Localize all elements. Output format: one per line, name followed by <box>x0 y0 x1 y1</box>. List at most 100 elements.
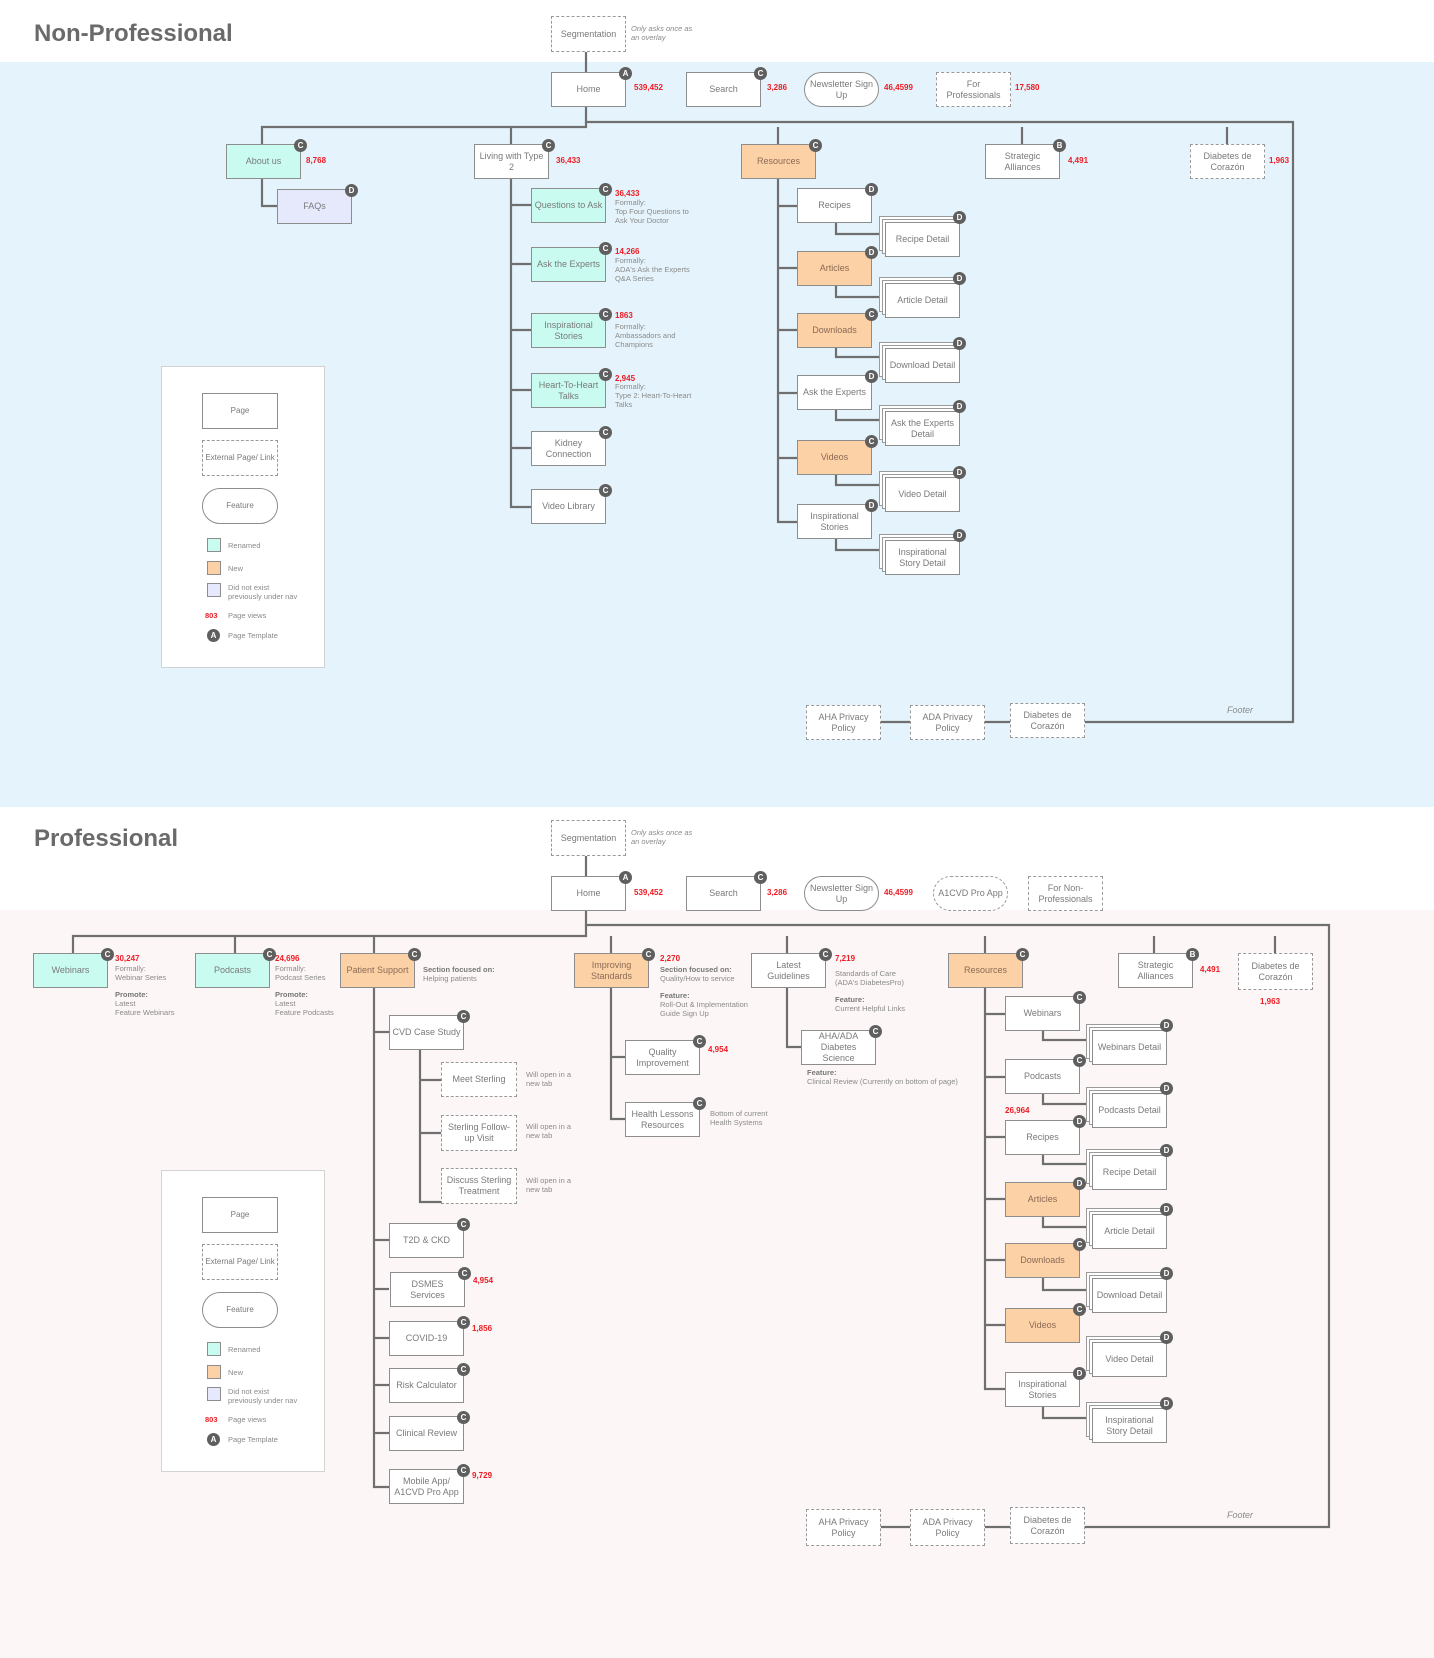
np-articles-node[interactable]: Articles D <box>797 246 878 286</box>
note-body: Current Helpful Links <box>835 1004 906 1013</box>
np-questions-node[interactable]: Questions to Ask C <box>531 183 612 223</box>
p-res-podcasts-node[interactable]: Podcasts C <box>1005 1054 1086 1094</box>
np-footer-corazon[interactable]: Diabetes de Corazón <box>1010 703 1085 738</box>
p-a1cvd-app-feature[interactable]: A1CVD Pro App <box>933 876 1008 911</box>
p-patient-support-node[interactable]: Patient Support C <box>340 948 421 988</box>
np-about-node[interactable]: About us C <box>226 139 307 179</box>
p-footer-corazon[interactable]: Diabetes de Corazón <box>1010 1507 1085 1544</box>
p-res-inspirational-node[interactable]: Inspirational Stories D <box>1005 1367 1086 1407</box>
p-risk-calculator-node[interactable]: Risk Calculator C <box>389 1363 470 1403</box>
template-badge: C <box>865 308 878 321</box>
p-res-article-detail-node[interactable]: Article Detail D <box>1092 1203 1173 1249</box>
node-label: Living with Type 2 <box>479 150 544 172</box>
location-note: Bottom of current Health Systems <box>710 1109 768 1127</box>
note-body: Latest Feature Webinars <box>115 999 175 1017</box>
np-resources-node[interactable]: Resources C <box>741 139 822 179</box>
p-res-podcasts-detail-node[interactable]: Podcasts Detail D <box>1092 1082 1173 1128</box>
np-res-inspirational-node[interactable]: Inspirational Stories D <box>797 499 878 539</box>
node-label: Videos <box>1028 1320 1057 1330</box>
p-t2d-ckd-node[interactable]: T2D & CKD C <box>389 1218 470 1258</box>
np-for-professionals-link[interactable]: For Professionals <box>936 72 1011 107</box>
segmentation-label: Segmentation <box>560 832 617 843</box>
np-video-library-node[interactable]: Video Library C <box>531 484 612 524</box>
p-res-downloads-node[interactable]: Downloads C <box>1005 1238 1086 1278</box>
np-footer-aha-privacy[interactable]: AHA Privacy Policy <box>806 705 881 740</box>
section-focus-note: Section focused on: Quality/How to servic… <box>660 965 735 983</box>
np-videos-node[interactable]: Videos C <box>797 435 878 475</box>
p-quality-improvement-node[interactable]: Quality Improvement C <box>625 1035 706 1075</box>
np-res-ask-experts-node[interactable]: Ask the Experts D <box>797 370 878 410</box>
p-discuss-sterling-link[interactable]: Discuss Sterling Treatment <box>441 1168 517 1204</box>
p-webinars-node[interactable]: Webinars C <box>33 948 114 988</box>
np-inspirational-node[interactable]: Inspirational Stories C <box>531 308 612 348</box>
np-recipes-node[interactable]: Recipes D <box>797 183 878 223</box>
p-clinical-review-node[interactable]: Clinical Review C <box>389 1411 470 1451</box>
p-res-recipe-detail-node[interactable]: Recipe Detail D <box>1092 1144 1173 1190</box>
node-label: Recipes <box>1026 1132 1059 1142</box>
node-label: CVD Case Study <box>392 1027 461 1037</box>
p-for-nonpro-link[interactable]: For Non-Professionals <box>1028 876 1103 911</box>
np-strategic-node[interactable]: Strategic Alliances B <box>985 139 1066 179</box>
p-resources-node[interactable]: Resources C <box>948 948 1029 988</box>
np-video-detail-node[interactable]: Video Detail D <box>885 466 966 512</box>
p-res-webinars-detail-node[interactable]: Webinars Detail D <box>1092 1019 1173 1065</box>
p-meet-sterling-link[interactable]: Meet Sterling <box>441 1062 517 1097</box>
node-label: Ask the Experts Detail <box>890 417 955 439</box>
p-newsletter-feature[interactable]: Newsletter Sign Up <box>804 876 879 911</box>
p-res-video-detail-node[interactable]: Video Detail D <box>1092 1331 1173 1377</box>
p-aha-ada-science-node[interactable]: AHA/ADA Diabetes Science C <box>801 1025 882 1065</box>
np-corazon-link[interactable]: Diabetes de Corazón <box>1190 144 1265 179</box>
np-kidney-node[interactable]: Kidney Connection C <box>531 426 612 466</box>
p-covid-node[interactable]: COVID-19 C <box>389 1316 470 1356</box>
note-body: Helping patients <box>423 974 477 983</box>
node-label: Search <box>709 84 738 94</box>
note-heading: Promote: <box>115 990 148 999</box>
p-home-node[interactable]: Home A <box>551 871 632 911</box>
template-badge: B <box>1186 948 1199 961</box>
p-dsmes-node[interactable]: DSMES Services C <box>390 1267 471 1307</box>
np-download-detail-node[interactable]: Download Detail D <box>885 337 966 383</box>
template-badge: C <box>457 1363 470 1376</box>
p-mobile-app-node[interactable]: Mobile App/ A1CVD Pro App C <box>389 1464 470 1504</box>
p-corazon-link[interactable]: Diabetes de Corazón <box>1238 953 1313 990</box>
np-living-node[interactable]: Living with Type 2C <box>474 139 555 179</box>
np-newsletter-feature[interactable]: Newsletter Sign Up <box>804 72 879 107</box>
np-article-detail-node[interactable]: Article Detail D <box>885 272 966 318</box>
p-res-videos-node[interactable]: Videos C <box>1005 1303 1086 1343</box>
p-improving-standards-node[interactable]: Improving Standards C <box>574 948 655 988</box>
p-search-node[interactable]: Search C <box>686 871 767 911</box>
p-health-lessons-node[interactable]: Health Lessons Resources C <box>625 1097 706 1137</box>
p-res-recipes-node[interactable]: Recipes D <box>1005 1115 1086 1155</box>
note-body: Clinical Review (Currently on bottom of … <box>807 1077 958 1086</box>
p-res-inspirational-detail-node[interactable]: Inspirational Story Detail D <box>1092 1397 1173 1443</box>
np-downloads-node[interactable]: Downloads C <box>797 308 878 348</box>
p-res-articles-node[interactable]: Articles D <box>1005 1177 1086 1217</box>
p-res-download-detail-node[interactable]: Download Detail D <box>1092 1267 1173 1313</box>
template-badge: D <box>1073 1177 1086 1190</box>
np-heart-node[interactable]: Heart-To-Heart Talks C <box>531 368 612 408</box>
page-views: 4,954 <box>708 1045 729 1054</box>
np-home-node[interactable]: Home A <box>551 67 632 107</box>
template-badge: D <box>865 499 878 512</box>
p-footer-aha-privacy[interactable]: AHA Privacy Policy <box>806 1509 881 1546</box>
p-strategic-node[interactable]: Strategic Alliances B <box>1118 948 1199 988</box>
node-label: Strategic Alliances <box>1004 150 1041 172</box>
np-inspirational-detail-node[interactable]: Inspirational Story Detail D <box>885 529 966 575</box>
p-podcasts-node[interactable]: Podcasts C <box>195 948 276 988</box>
np-footer-ada-privacy[interactable]: ADA Privacy Policy <box>910 705 985 740</box>
p-res-webinars-node[interactable]: Webinars C <box>1005 991 1086 1031</box>
segmentation-node[interactable]: Segmentation <box>551 16 626 52</box>
node-label: AHA Privacy Policy <box>818 711 869 733</box>
template-badge: C <box>1073 1303 1086 1316</box>
p-segmentation-node[interactable]: Segmentation <box>551 820 626 856</box>
np-search-node[interactable]: Search C <box>686 67 767 107</box>
p-cvd-case-node[interactable]: CVD Case Study C <box>389 1010 470 1050</box>
np-recipe-detail-node[interactable]: Recipe Detail D <box>885 211 966 257</box>
np-ask-experts-node[interactable]: Ask the Experts C <box>531 242 612 282</box>
p-latest-guidelines-node[interactable]: Latest Guidelines C <box>751 948 832 988</box>
np-faqs-node[interactable]: FAQs D <box>277 184 358 224</box>
p-footer-ada-privacy[interactable]: ADA Privacy Policy <box>910 1509 985 1546</box>
np-ask-experts-detail-node[interactable]: Ask the Experts Detail D <box>885 400 966 446</box>
template-badge: D <box>953 466 966 479</box>
p-sterling-followup-link[interactable]: Sterling Follow-up Visit <box>441 1115 517 1151</box>
